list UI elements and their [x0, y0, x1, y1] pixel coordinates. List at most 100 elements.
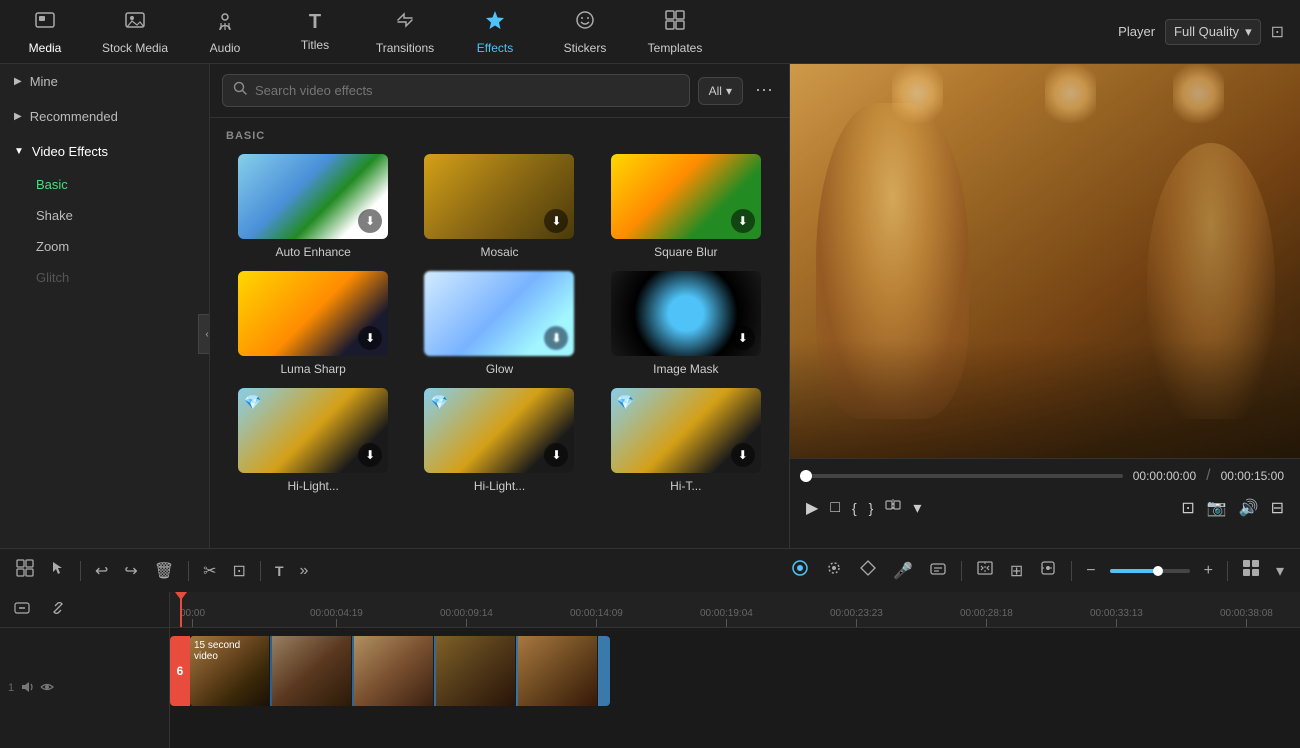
effect-thumb-auto-enhance: ⬇	[238, 154, 388, 239]
eye-icon	[40, 680, 54, 697]
quality-dropdown[interactable]: Full Quality ▾	[1165, 19, 1261, 45]
more-tools-button[interactable]: »	[294, 558, 315, 584]
player-area: 00:00:00:00 / 00:00:15:00 ▶ □ { } ▾	[790, 64, 1300, 548]
clip-frame-3	[354, 636, 434, 706]
search-box[interactable]	[222, 74, 690, 107]
progress-thumb[interactable]	[800, 470, 812, 482]
zoom-slider[interactable]	[1110, 569, 1190, 573]
sidebar-sub-basic[interactable]: Basic	[0, 169, 209, 200]
zoom-track[interactable]	[1110, 569, 1190, 573]
undo-button[interactable]: ↩	[89, 557, 114, 585]
more-options-button[interactable]: ⋯	[751, 76, 777, 105]
mask-button[interactable]	[853, 555, 883, 586]
sidebar-recommended-label: Recommended	[30, 109, 118, 124]
crop-button[interactable]: ⊡	[227, 557, 252, 585]
keyframe-button[interactable]	[819, 555, 849, 586]
progress-bar-area: 00:00:00:00 / 00:00:15:00	[790, 459, 1300, 493]
nav-item-media[interactable]: Media	[0, 0, 90, 64]
cut-button[interactable]: ✂	[197, 557, 222, 585]
nav-item-stickers[interactable]: Stickers	[540, 0, 630, 64]
split-button[interactable]	[885, 497, 901, 518]
toolbar-separator-3	[260, 561, 261, 581]
auto-caption-button[interactable]	[923, 555, 953, 586]
ripple-edit-button[interactable]	[785, 555, 815, 586]
download-icon-h2: ⬇	[544, 443, 568, 467]
sidebar-item-mine[interactable]: ▶ Mine	[0, 64, 209, 99]
effect-square-blur[interactable]: ⬇ Square Blur	[599, 154, 773, 259]
effect-highlight-3[interactable]: 💎 ⬇ Hi-T...	[599, 388, 773, 493]
sidebar-sub-zoom[interactable]: Zoom	[0, 231, 209, 262]
effect-image-mask[interactable]: ⬇ Image Mask	[599, 271, 773, 376]
cursor-tool-button[interactable]	[44, 556, 72, 585]
zoom-in-button[interactable]: +	[1198, 558, 1219, 584]
nav-item-effects[interactable]: Effects	[450, 0, 540, 64]
download-icon-mosaic: ⬇	[544, 209, 568, 233]
zoom-out-button[interactable]: −	[1080, 558, 1101, 584]
stickers-icon	[574, 9, 596, 37]
stock-media-icon	[124, 9, 146, 37]
ruler-time-1: 00:00:04:19	[310, 608, 363, 619]
ruler-time-2: 00:00:09:14	[440, 608, 493, 619]
effect-glow[interactable]: ⬇ Glow	[412, 271, 586, 376]
effect-highlight-1[interactable]: 💎 ⬇ Hi-Light...	[226, 388, 400, 493]
sidebar-item-video-effects[interactable]: ▼ Video Effects	[0, 134, 209, 169]
multi-select-button[interactable]	[10, 555, 40, 586]
scene-detect-button[interactable]	[970, 555, 1000, 586]
stabilize-button[interactable]	[1033, 555, 1063, 586]
grid-view-button[interactable]	[1236, 555, 1266, 586]
effect-mosaic[interactable]: ⬇ Mosaic	[412, 154, 586, 259]
search-input[interactable]	[255, 83, 679, 98]
pip-button[interactable]: ⊞	[1004, 557, 1029, 585]
mark-in-button[interactable]: {	[852, 500, 857, 516]
sidebar-item-recommended[interactable]: ▶ Recommended	[0, 99, 209, 134]
effect-name-mosaic: Mosaic	[480, 245, 518, 259]
text-button[interactable]: T	[269, 559, 290, 583]
effects-scroll-area[interactable]: BASIC ⬇ Auto Enhance ⬇ Mosaic	[210, 118, 789, 548]
timeline-area: ↩ ↪ 🗑 ✂ ⊡ T » 🎤	[0, 548, 1300, 748]
stop-button[interactable]: □	[830, 499, 840, 517]
effect-thumb-glow: ⬇	[424, 271, 574, 356]
maximize-icon[interactable]: ⊡	[1271, 22, 1284, 42]
screenshot-button[interactable]: 📷	[1207, 498, 1227, 518]
video-clip[interactable]: 15 second video	[190, 636, 610, 706]
player-bottom: 00:00:00:00 / 00:00:15:00 ▶ □ { } ▾	[790, 458, 1300, 548]
ruler-mark-8: 00:00:38:08	[1220, 608, 1273, 627]
nav-item-titles[interactable]: T Titles	[270, 0, 360, 64]
filter-dropdown[interactable]: All ▾	[698, 77, 743, 105]
nav-item-stock-media[interactable]: Stock Media	[90, 0, 180, 64]
clip-frame-5	[518, 636, 598, 706]
effect-highlight-2[interactable]: 💎 ⬇ Hi-Light...	[412, 388, 586, 493]
nav-item-audio[interactable]: Audio	[180, 0, 270, 64]
voiceover-button[interactable]: 🎤	[887, 557, 919, 585]
sidebar-sub-shake[interactable]: Shake	[0, 200, 209, 231]
download-icon-auto: ⬇	[358, 209, 382, 233]
effect-auto-enhance[interactable]: ⬇ Auto Enhance	[226, 154, 400, 259]
download-icon-mask: ⬇	[731, 326, 755, 350]
sidebar-collapse-button[interactable]: ‹	[198, 314, 210, 354]
volume-button[interactable]: 🔊	[1239, 498, 1259, 518]
settings-button[interactable]: ⊟	[1271, 498, 1284, 518]
mark-out-button[interactable]: }	[869, 500, 874, 516]
premium-badge-1: 💎	[244, 394, 261, 411]
nav-stock-label: Stock Media	[102, 41, 168, 55]
link-button[interactable]	[44, 596, 72, 623]
nav-item-transitions[interactable]: Transitions	[360, 0, 450, 64]
add-track-button[interactable]	[8, 596, 36, 623]
playhead[interactable]	[180, 592, 182, 627]
more-timeline-button[interactable]: ▾	[1270, 557, 1290, 585]
filter-chevron-icon: ▾	[726, 84, 732, 98]
delete-button[interactable]: 🗑	[148, 557, 180, 585]
nav-audio-label: Audio	[210, 41, 241, 55]
toolbar-separator-5	[1071, 561, 1072, 581]
effect-thumb-luma: ⬇	[238, 271, 388, 356]
effect-luma-sharp[interactable]: ⬇ Luma Sharp	[226, 271, 400, 376]
ruler-mark-6: 00:00:28:18	[960, 608, 1013, 627]
play-button[interactable]: ▶	[806, 498, 818, 518]
layout-dropdown-button[interactable]: ▾	[913, 498, 921, 518]
redo-button[interactable]: ↪	[118, 557, 143, 585]
progress-track[interactable]	[806, 474, 1123, 478]
ruler-mark-1: 00:00:04:19	[310, 608, 363, 627]
fullscreen-button[interactable]: ⊡	[1181, 498, 1194, 518]
nav-item-templates[interactable]: Templates	[630, 0, 720, 64]
zoom-thumb[interactable]	[1153, 566, 1163, 576]
